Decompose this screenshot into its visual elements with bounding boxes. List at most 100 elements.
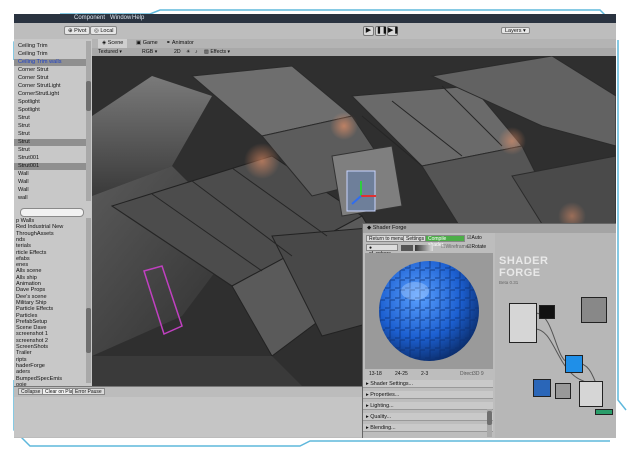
shader-node-normal[interactable] (533, 379, 551, 397)
hierarchy-item[interactable]: Strut (18, 115, 30, 122)
tab-scene[interactable]: ◈ Scene (98, 39, 128, 48)
hierarchy-item[interactable]: Ceiling Trim (18, 51, 48, 58)
platform-label: Direct3D 9 (460, 371, 484, 377)
properties-scrollbar[interactable] (487, 409, 492, 437)
project-search-input[interactable] (20, 208, 84, 217)
shader-stats: 13-18 24-25 2-3 Direct3D 9 (365, 370, 493, 378)
compile-shader-button[interactable]: Compile shader (425, 235, 465, 248)
hierarchy-item[interactable]: Wall (18, 187, 29, 194)
main-toolbar: ⊕ Pivot ◎ Local ▶ ❚❚ ▶❚ Layers ▾ (14, 23, 616, 40)
render-mode-dropdown[interactable]: RGB ▾ (142, 48, 157, 56)
hierarchy-item[interactable]: Wall (18, 179, 29, 186)
wireframe-label: Wireframe (445, 244, 469, 250)
menu-window[interactable]: Window (110, 15, 131, 21)
audio-icon[interactable]: ♪ (195, 48, 198, 56)
properties-scroll-thumb[interactable] (487, 411, 492, 425)
tab-game-label: Game (142, 40, 158, 46)
2d-label: 2D (174, 49, 181, 55)
shader-node-main[interactable] (509, 303, 537, 343)
hierarchy-item[interactable]: Strut (18, 131, 30, 138)
step-button[interactable]: ▶❚ (387, 26, 400, 36)
hierarchy-item[interactable]: Spotlight (18, 99, 40, 106)
tab-game[interactable]: ▣ Game (132, 39, 162, 48)
shader-section-4[interactable]: ▸ Blending... (363, 424, 493, 432)
game-tab-icon: ▣ (136, 40, 143, 46)
background-color-swatch[interactable] (401, 245, 413, 251)
tab-animator[interactable]: ⚭ Animator (162, 39, 198, 48)
project-scrollbar[interactable] (86, 218, 91, 383)
auto-checkbox[interactable]: ☑Auto (467, 235, 482, 241)
step-icon: ▶❚ (388, 27, 400, 34)
tab-animator-label: Animator (171, 40, 194, 46)
local-label: Local (100, 28, 114, 34)
hierarchy-scroll-thumb[interactable] (86, 81, 91, 111)
unity-editor-window: Component Window Help ⊕ Pivot ◎ Local ▶ … (14, 14, 616, 438)
project-panel: p Walls Red Industrial New ThroughAssets nd… (14, 204, 93, 388)
shader-section-2[interactable]: ▸ Lighting... (363, 402, 493, 410)
hierarchy-item[interactable]: CornerStrutLight (18, 91, 59, 98)
rotate-label: Rotate (471, 244, 487, 250)
preview-sphere (379, 261, 479, 361)
shader-node-texture[interactable] (581, 297, 607, 323)
hierarchy-item[interactable]: Strut (18, 139, 30, 146)
shader-node-pattern[interactable] (555, 383, 571, 399)
hierarchy-item[interactable]: Corner StrutLight (18, 83, 61, 90)
pivot-toggle[interactable]: ⊕ Pivot (64, 26, 91, 35)
shader-node-color[interactable] (565, 355, 583, 373)
rotate-checkbox[interactable]: ☑Rotate (467, 244, 486, 250)
hierarchy-item[interactable]: wall (18, 195, 28, 202)
effects-label: Effects (210, 49, 227, 55)
console-log-area[interactable] (14, 397, 362, 437)
layers-dropdown[interactable]: Layers ▾ (501, 27, 530, 34)
fragment-count: 24-25 (395, 371, 408, 377)
render-mode-label: RGB (142, 49, 154, 55)
shader-node-black[interactable] (539, 305, 555, 319)
collapse-button[interactable]: Collapse (18, 388, 44, 395)
shader-forge-title: ◆ Shader Forge (363, 224, 616, 233)
pause-button[interactable]: ❚❚ (375, 26, 388, 36)
hierarchy-item[interactable]: Strut001 (18, 163, 39, 170)
settings-button[interactable]: Settings (403, 235, 428, 242)
effects-dropdown[interactable]: ▧ Effects ▾ (204, 48, 230, 56)
skybox-swatch[interactable] (415, 245, 433, 251)
menu-help[interactable]: Help (132, 15, 144, 21)
shading-mode-dropdown[interactable]: Textured ▾ (98, 48, 122, 56)
hierarchy-scrollbar[interactable] (86, 41, 91, 201)
wireframe-checkbox[interactable]: ☐Wireframe (441, 244, 469, 250)
error-pause-button[interactable]: Error Pause (72, 388, 105, 395)
hierarchy-panel: Ceiling Trim Ceiling Trim Ceiling Trim wal… (14, 39, 93, 204)
shader-node-output[interactable] (595, 409, 613, 415)
pivot-label: Pivot (74, 28, 87, 34)
hierarchy-item[interactable]: Strut (18, 123, 30, 130)
shader-section-0[interactable]: ▸ Shader Settings... (363, 380, 493, 388)
hierarchy-item[interactable]: Ceiling Trim (18, 43, 48, 50)
play-icon: ▶ (365, 27, 372, 34)
return-to-menu-button[interactable]: Return to menu (366, 235, 407, 242)
hierarchy-item[interactable]: Spotlight (18, 107, 40, 114)
node-canvas[interactable]: SHADER FORGE Beta 0.31 (495, 233, 616, 438)
shader-forge-panel: ◆ Shader Forge Return to menu Settings C… (362, 223, 616, 438)
layers-label: Layers (505, 28, 522, 34)
hierarchy-item[interactable]: Ceiling Trim walls (18, 59, 62, 66)
hierarchy-item[interactable]: Corner Strut (18, 67, 48, 74)
project-scroll-thumb[interactable] (86, 308, 91, 353)
hierarchy-item[interactable]: Strut (18, 147, 30, 154)
tab-scene-label: Scene (107, 40, 124, 46)
preview-mesh-dropdown[interactable]: ● sf_sphere (366, 244, 398, 257)
console-panel: Collapse Clear on Play Error Pause (14, 386, 362, 438)
2d-toggle[interactable]: 2D (174, 48, 181, 56)
shader-node-multiply[interactable] (579, 381, 603, 407)
shader-section-3[interactable]: ▸ Quality... (363, 413, 493, 421)
pause-icon: ❚❚ (376, 27, 388, 34)
local-toggle[interactable]: ◎ Local (90, 26, 118, 35)
shading-mode-label: Textured (98, 49, 118, 55)
play-button[interactable]: ▶ (363, 26, 374, 36)
shader-preview[interactable] (365, 253, 493, 369)
hierarchy-item[interactable]: Strut001 (18, 155, 39, 162)
menu-component[interactable]: Component (74, 15, 105, 21)
hierarchy-item[interactable]: Wall (18, 171, 29, 178)
sun-icon[interactable]: ☀ (186, 48, 191, 56)
shader-section-1[interactable]: ▸ Properties... (363, 391, 493, 399)
hierarchy-item[interactable]: Corner Strut (18, 75, 48, 82)
vertex-count: 13-18 (369, 371, 382, 377)
